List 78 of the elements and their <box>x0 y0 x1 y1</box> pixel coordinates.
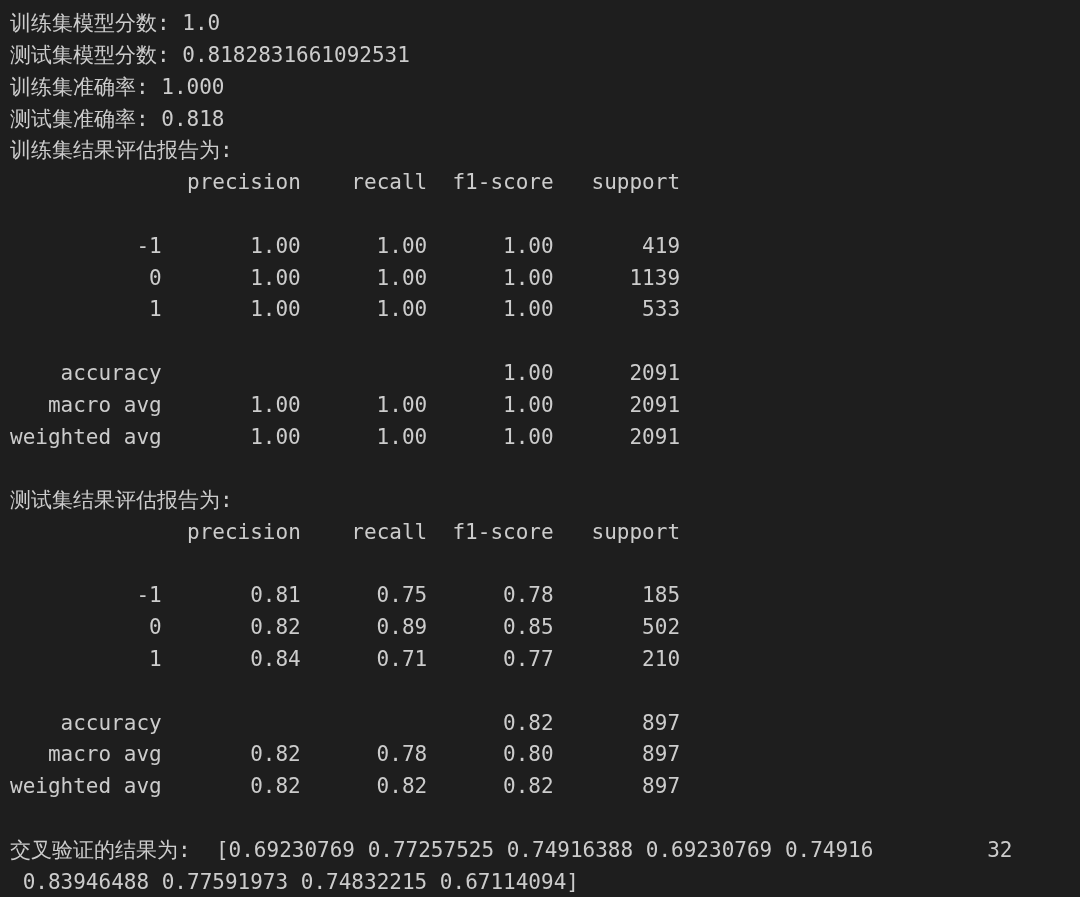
table-cell: 419 <box>642 233 681 258</box>
table-cell: 1.00 <box>376 392 428 417</box>
column-header: support <box>590 518 681 546</box>
table-cell: 1139 <box>629 265 681 290</box>
row-label: weighted avg <box>10 424 162 449</box>
table-cell: 897 <box>642 774 681 799</box>
column-header: precision <box>186 169 301 197</box>
row-label: 1 <box>149 297 162 322</box>
row-label: accuracy <box>60 710 162 735</box>
table-cell: 1.00 <box>376 233 428 258</box>
table-cell: 1.00 <box>250 392 301 417</box>
row-label: macro avg <box>47 392 162 417</box>
row-label: macro avg <box>47 742 162 767</box>
table-cell: 1.00 <box>376 265 428 290</box>
table-cell: 1.00 <box>503 265 554 290</box>
column-header: f1-score <box>451 169 554 197</box>
table-cell: 1.00 <box>376 297 428 322</box>
table-cell: 0.82 <box>250 742 301 767</box>
summary-value: 1.000 <box>161 73 225 101</box>
table-cell: 1.00 <box>503 360 554 385</box>
table-cell: 1.00 <box>503 297 554 322</box>
table-cell: 0.81 <box>250 583 301 608</box>
table-cell: 0.82 <box>503 710 554 735</box>
table-cell: 533 <box>642 297 681 322</box>
table-cell: 185 <box>642 583 681 608</box>
table-cell: 0.77 <box>503 647 554 672</box>
table-cell: 0.84 <box>250 647 301 672</box>
column-header: recall <box>350 169 428 197</box>
row-label: 0 <box>149 615 162 640</box>
column-header: support <box>590 169 681 197</box>
table-cell: 1.00 <box>503 233 554 258</box>
table-cell: 2091 <box>629 392 681 417</box>
cross-validation-scores: 0.83946488 0.77591973 0.74832215 0.67114094] <box>22 868 579 896</box>
row-label: 0 <box>149 265 162 290</box>
table-cell: 0.82 <box>376 774 428 799</box>
table-cell: 0.82 <box>250 774 301 799</box>
table-cell: 1.00 <box>250 424 301 449</box>
table-cell: 502 <box>642 615 681 640</box>
summary-label: 训练集准确率: <box>10 73 149 101</box>
table-cell: 1.00 <box>503 392 554 417</box>
table-cell: 1.00 <box>376 424 428 449</box>
table-cell: 0.71 <box>376 647 428 672</box>
summary-label: 训练集模型分数: <box>10 10 170 38</box>
table-cell: 0.78 <box>376 742 428 767</box>
table-cell: 2091 <box>629 424 681 449</box>
row-label: weighted avg <box>10 774 162 799</box>
table-cell: 2091 <box>629 360 681 385</box>
cross-validation-scores: 32 <box>987 836 1013 864</box>
summary-value: 0.818 <box>161 105 225 133</box>
row-label: accuracy <box>60 360 162 385</box>
table-cell: 0.89 <box>376 615 428 640</box>
table-cell: 0.85 <box>503 615 554 640</box>
column-header: precision <box>186 518 301 546</box>
table-cell: 0.80 <box>503 742 554 767</box>
row-label: 1 <box>149 647 162 672</box>
table-cell: 897 <box>642 742 681 767</box>
summary-label: 测试集准确率: <box>10 105 149 133</box>
table-cell: 1.00 <box>250 233 301 258</box>
table-cell: 210 <box>642 647 681 672</box>
summary-value: 0.8182831661092531 <box>182 41 410 69</box>
table-cell: 0.82 <box>503 774 554 799</box>
table-cell: 0.82 <box>250 615 301 640</box>
row-label: -1 <box>136 583 162 608</box>
report-title: 训练集结果评估报告为: <box>10 137 233 165</box>
row-label: -1 <box>136 233 162 258</box>
column-header: recall <box>350 518 428 546</box>
report-title: 测试集结果评估报告为: <box>10 487 233 515</box>
table-cell: 897 <box>642 710 681 735</box>
table-cell: 1.00 <box>503 424 554 449</box>
summary-label: 测试集模型分数: <box>10 41 170 69</box>
summary-value: 1.0 <box>182 10 221 38</box>
cross-validation-scores: [0.69230769 0.77257525 0.74916388 0.69230769 0.74916 <box>215 836 874 864</box>
table-cell: 1.00 <box>250 297 301 322</box>
column-header: f1-score <box>451 518 554 546</box>
table-cell: 1.00 <box>250 265 301 290</box>
cross-validation-label: 交叉验证的结果为: <box>10 836 191 864</box>
table-cell: 0.75 <box>376 583 428 608</box>
table-cell: 0.78 <box>503 583 554 608</box>
